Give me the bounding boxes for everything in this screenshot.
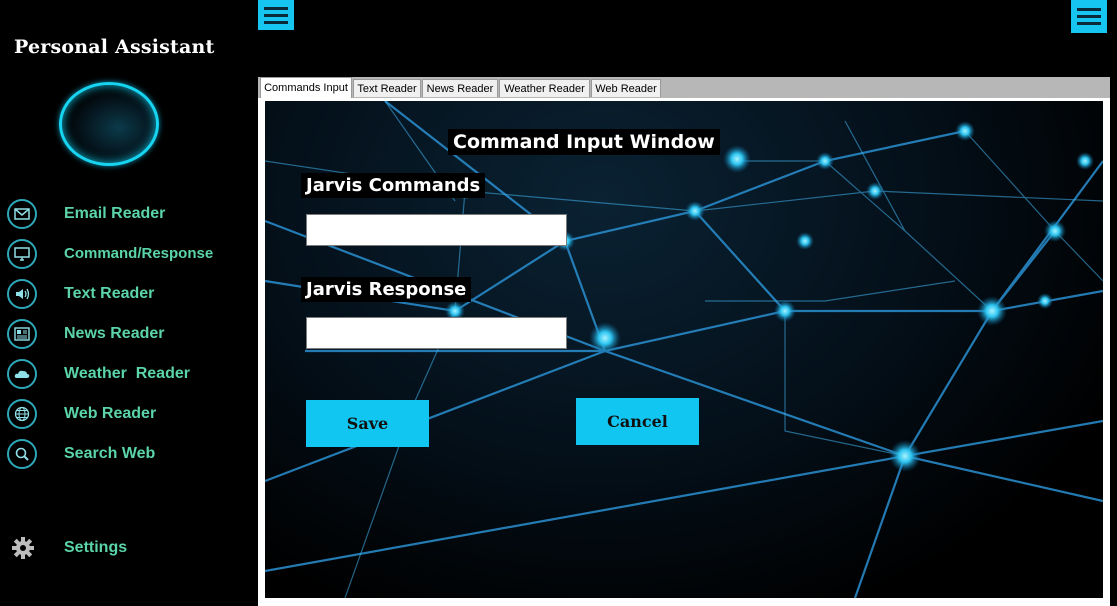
sidebar-item-label: Text Reader bbox=[64, 285, 155, 302]
sidebar-item-email-reader[interactable]: Email Reader bbox=[0, 197, 258, 233]
sidebar-item-label: Settings bbox=[64, 539, 128, 556]
search-icon bbox=[7, 439, 37, 469]
sidebar-item-settings[interactable]: Settings bbox=[0, 531, 258, 567]
mail-icon bbox=[7, 199, 37, 229]
response-label: Jarvis Response bbox=[301, 277, 472, 302]
tab-news-reader[interactable]: News Reader bbox=[422, 79, 498, 97]
hamburger-icon bbox=[264, 6, 288, 10]
sidebar-item-label: Search Web bbox=[64, 445, 156, 462]
panel-heading: Command Input Window bbox=[448, 129, 720, 155]
app-title: Personal Assistant bbox=[14, 36, 215, 58]
monitor-icon bbox=[7, 239, 37, 269]
cancel-button[interactable]: Cancel bbox=[576, 398, 699, 445]
newspaper-icon bbox=[7, 319, 37, 349]
sidebar-item-label: Weather Reader bbox=[64, 365, 190, 382]
response-output[interactable] bbox=[306, 317, 567, 349]
sidebar-item-label: Email Reader bbox=[64, 205, 166, 222]
sidebar: Personal Assistant Email Reader Command/… bbox=[0, 0, 258, 606]
sidebar-item-weather-reader[interactable]: Weather Reader bbox=[0, 357, 258, 393]
sidebar-item-command-response[interactable]: Command/Response bbox=[0, 237, 258, 273]
globe-icon bbox=[7, 399, 37, 429]
commands-input[interactable] bbox=[306, 214, 567, 246]
sidebar-item-news-reader[interactable]: News Reader bbox=[0, 317, 258, 353]
sidebar-item-label: Command/Response bbox=[64, 245, 214, 262]
tab-strip: Commands Input Text Reader News Reader W… bbox=[258, 77, 1110, 99]
tab-web-reader[interactable]: Web Reader bbox=[591, 79, 661, 97]
sidebar-item-text-reader[interactable]: Text Reader bbox=[0, 277, 258, 313]
menu-toggle-button-left[interactable] bbox=[258, 0, 294, 30]
network-background-image: Command Input Window Jarvis Commands Jar… bbox=[265, 101, 1103, 598]
save-button[interactable]: Save bbox=[306, 400, 429, 447]
sidebar-item-label: News Reader bbox=[64, 325, 165, 342]
assistant-avatar bbox=[59, 82, 159, 166]
sidebar-item-web-reader[interactable]: Web Reader bbox=[0, 397, 258, 433]
speaker-icon bbox=[7, 279, 37, 309]
tab-weather-reader[interactable]: Weather Reader bbox=[499, 79, 590, 97]
sidebar-item-search-web[interactable]: Search Web bbox=[0, 437, 258, 473]
sidebar-item-label: Web Reader bbox=[64, 405, 157, 422]
tab-commands-input[interactable]: Commands Input bbox=[260, 77, 352, 98]
gear-icon bbox=[12, 537, 34, 559]
hamburger-icon bbox=[1077, 8, 1101, 11]
tab-text-reader[interactable]: Text Reader bbox=[353, 79, 421, 97]
menu-toggle-button-right[interactable] bbox=[1071, 0, 1107, 33]
cloud-icon bbox=[7, 359, 37, 389]
commands-label: Jarvis Commands bbox=[301, 173, 486, 198]
